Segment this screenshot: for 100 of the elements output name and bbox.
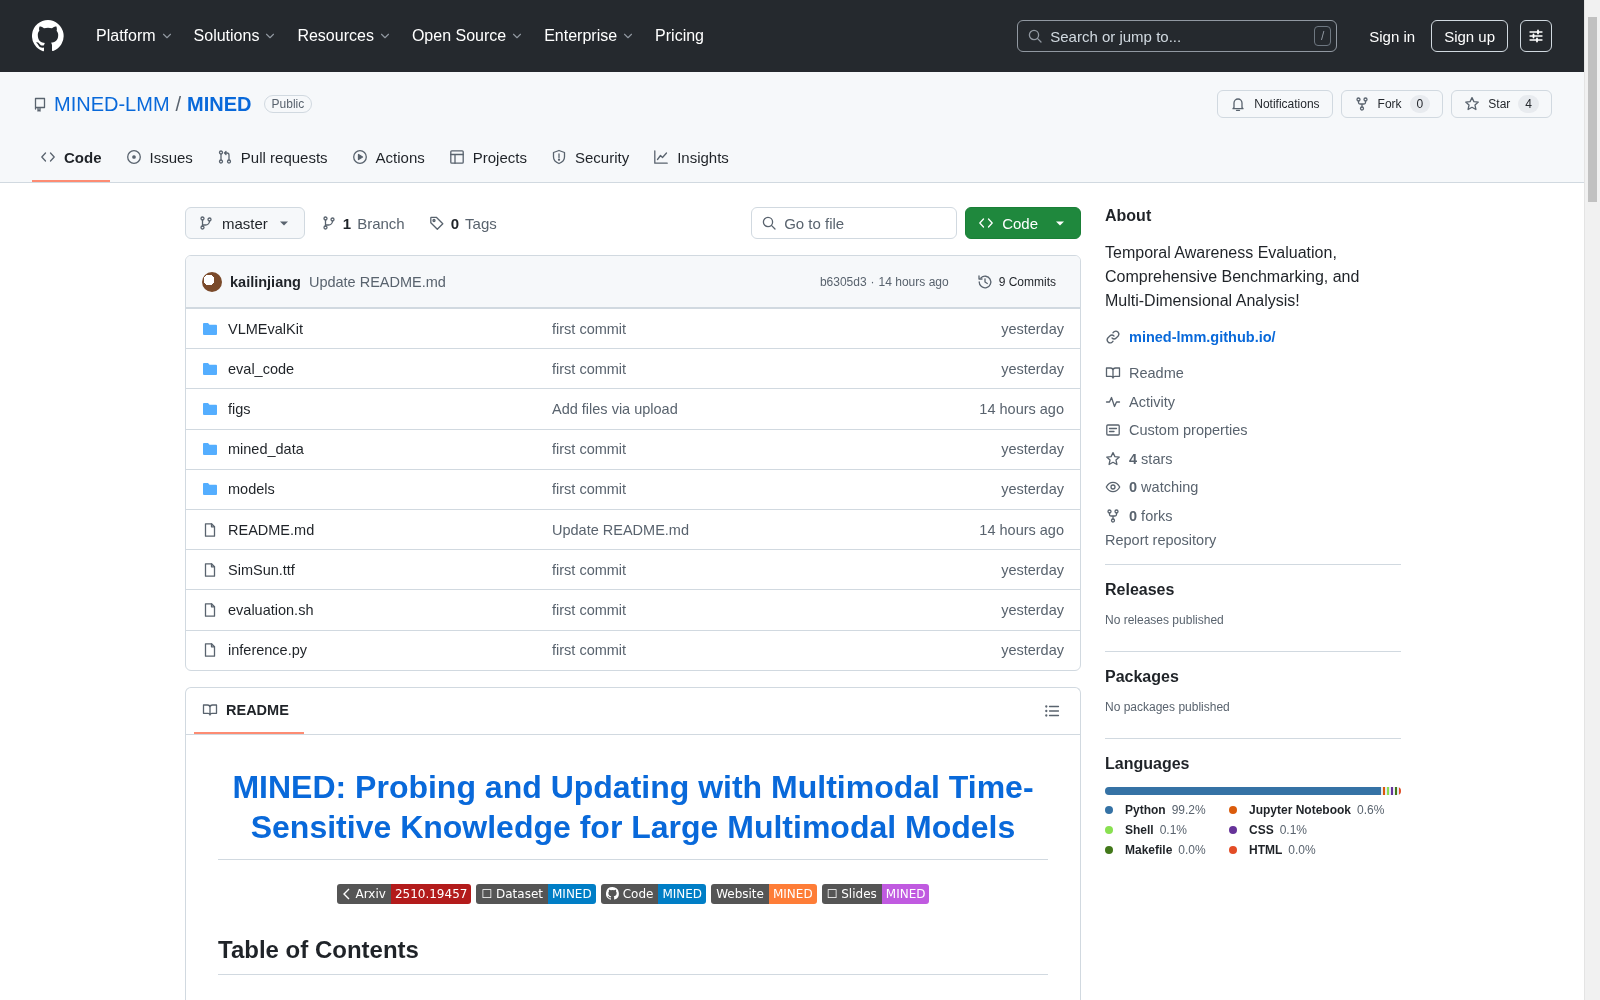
sidebar-link[interactable]: 0 forks xyxy=(1105,501,1401,530)
search-icon xyxy=(1027,28,1044,44)
shortcut-key: / xyxy=(1313,26,1332,46)
nav-link[interactable]: Open Source xyxy=(403,27,533,45)
star-button[interactable]: Star 4 xyxy=(1451,90,1552,118)
readme-title: MINED: Probing and Updating with Multimodal Time-Sensitive Knowledge for Large Multimodal Models xyxy=(218,766,1048,860)
sliders-icon xyxy=(1528,28,1544,44)
sidebar-link[interactable]: Readme xyxy=(1105,359,1401,388)
section-heading: Packages xyxy=(1105,668,1180,686)
sidebar-link[interactable]: 0 watching xyxy=(1105,473,1401,502)
tags-link[interactable]: 0 Tags xyxy=(420,214,505,232)
section-heading: Releases xyxy=(1105,581,1176,599)
commits-link[interactable]: 9 Commits xyxy=(968,273,1064,290)
repo-tab[interactable]: Security xyxy=(542,134,638,182)
repo-description: Temporal Awareness Evaluation, Comprehensive Benchmarking, and Multi-Dimensional Analysis! xyxy=(1105,243,1361,311)
file-name-link[interactable]: models xyxy=(228,481,275,498)
sidebar-link[interactable]: 4 stars xyxy=(1105,444,1401,473)
table-icon xyxy=(448,149,465,165)
branches-link[interactable]: 1 Branch xyxy=(312,214,413,232)
commit-time: 14 hours ago xyxy=(979,521,1064,538)
commit-message-link[interactable]: first commit xyxy=(552,441,1002,458)
report-link[interactable]: Report repository xyxy=(1105,532,1401,548)
sidebar-link[interactable]: Activity xyxy=(1105,387,1401,416)
play-icon xyxy=(351,149,368,165)
commit-time: yesterday xyxy=(1001,320,1064,337)
tag-icon xyxy=(428,215,445,231)
fork-icon xyxy=(1353,96,1370,112)
commit-time: yesterday xyxy=(1001,481,1064,498)
language-link[interactable]: CSS 0.1% xyxy=(1229,823,1389,837)
commit-message-link[interactable]: first commit xyxy=(552,320,1002,337)
section-heading: Table of Contents xyxy=(218,935,1048,975)
badge-link[interactable]: Arxiv 2510.19457 xyxy=(336,883,472,904)
sign-up-button[interactable]: Sign up xyxy=(1431,20,1508,52)
counter: 4 xyxy=(1518,95,1539,113)
file-name-link[interactable]: VLMEvalKit xyxy=(228,320,303,337)
history-icon xyxy=(976,273,993,290)
repo-tab[interactable]: Pull requests xyxy=(208,134,336,182)
file-name-link[interactable]: evaluation.sh xyxy=(228,601,314,618)
repo-name-link[interactable]: MINED xyxy=(187,92,252,116)
notifications-button[interactable]: Notifications xyxy=(1217,90,1333,118)
language-link[interactable]: Makefile 0.0% xyxy=(1105,843,1217,857)
language-link[interactable]: Python 99.2% xyxy=(1105,803,1217,817)
commit-message-link[interactable]: Add files via upload xyxy=(552,400,980,417)
repo-tab[interactable]: Projects xyxy=(440,134,535,182)
sidebar-link[interactable]: Custom properties xyxy=(1105,416,1401,445)
branch-icon xyxy=(320,215,337,231)
avatar[interactable] xyxy=(202,271,222,292)
nav-link[interactable]: Platform xyxy=(88,27,182,45)
fork-button[interactable]: Fork 0 xyxy=(1340,90,1444,118)
language-link[interactable]: Shell 0.1% xyxy=(1105,823,1217,837)
folder-icon xyxy=(202,400,218,417)
readme-tab[interactable]: README xyxy=(194,687,304,735)
branch-icon xyxy=(198,215,214,231)
empty-note: No releases published xyxy=(1105,613,1225,627)
nav-link[interactable]: Enterprise xyxy=(536,27,644,45)
commit-time: yesterday xyxy=(1001,441,1064,458)
code-button[interactable]: Code xyxy=(965,207,1081,239)
nav-link[interactable]: Solutions xyxy=(185,27,286,45)
repo-tab[interactable]: Actions xyxy=(343,134,433,182)
commit-message-link[interactable]: Update README.md xyxy=(552,521,980,538)
commit-message-link[interactable]: first commit xyxy=(552,601,1002,618)
file-name-link[interactable]: eval_code xyxy=(228,360,295,377)
search-icon xyxy=(761,215,778,231)
commit-time: yesterday xyxy=(1001,561,1064,578)
file-name-link[interactable]: README.md xyxy=(228,521,315,538)
file-icon xyxy=(202,521,218,538)
commit-message[interactable]: Update README.md xyxy=(308,273,446,290)
commit-message-link[interactable]: first commit xyxy=(552,360,1002,377)
commit-hash[interactable]: b6305d3 xyxy=(819,274,867,289)
about-heading: About xyxy=(1105,207,1153,225)
commit-author[interactable]: kailinjiang xyxy=(230,273,301,290)
badge-value: MINED xyxy=(768,883,817,904)
website-link[interactable]: mined-lmm.github.io/ xyxy=(1105,329,1401,345)
commit-message-link[interactable]: first commit xyxy=(552,561,1002,578)
star-icon xyxy=(1105,450,1121,467)
file-icon xyxy=(202,561,218,578)
nav-link[interactable]: Resources xyxy=(289,27,400,45)
scrollbar-thumb[interactable] xyxy=(1588,17,1597,202)
note-icon xyxy=(1105,422,1121,439)
file-name-link[interactable]: mined_data xyxy=(228,441,304,458)
commit-message-link[interactable]: first commit xyxy=(552,642,1002,659)
owner-link[interactable]: MINED-LMM xyxy=(54,92,170,116)
file-name-link[interactable]: inference.py xyxy=(228,642,307,659)
language-link[interactable]: HTML 0.0% xyxy=(1229,843,1389,857)
repo-tab[interactable]: Code xyxy=(32,134,110,182)
file-name-link[interactable]: SimSun.ttf xyxy=(228,561,295,578)
repo-tab[interactable]: Insights xyxy=(645,134,737,182)
file-name-link[interactable]: figs xyxy=(228,400,251,417)
scrollbar[interactable] xyxy=(1584,0,1600,1000)
branch-selector[interactable]: master xyxy=(185,207,305,239)
language-link[interactable]: Jupyter Notebook 0.6% xyxy=(1229,803,1389,817)
menu-button[interactable] xyxy=(1520,20,1552,52)
sign-in-link[interactable]: Sign in xyxy=(1353,27,1432,45)
commit-message-link[interactable]: first commit xyxy=(552,481,1002,498)
folder-icon xyxy=(202,360,218,377)
go-to-file-field[interactable]: Go to file xyxy=(751,207,958,239)
repo-tab[interactable]: Issues xyxy=(117,134,201,182)
nav-link[interactable]: Pricing xyxy=(647,27,712,45)
circle-dot-icon xyxy=(125,149,142,165)
badge-value: MINED xyxy=(658,883,707,904)
